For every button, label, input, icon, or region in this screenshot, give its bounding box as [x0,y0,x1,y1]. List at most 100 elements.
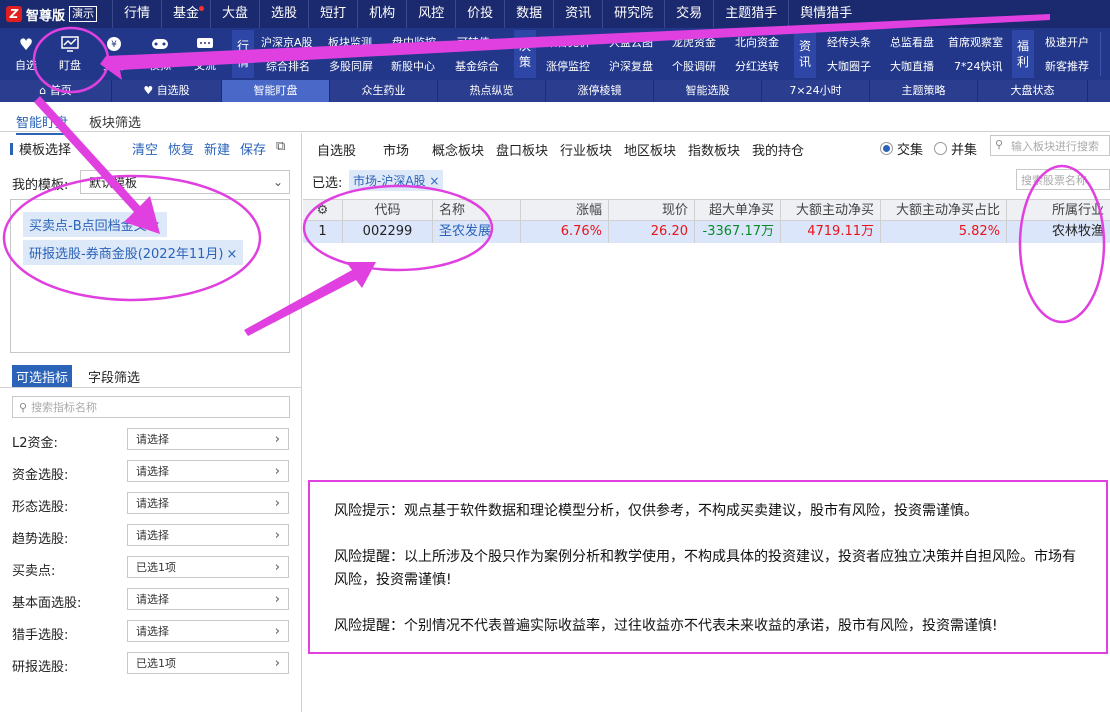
filter-select-qushi[interactable]: 请选择 › [127,524,289,546]
toolbar-link-bankuaijiance[interactable]: 板块监测 [328,34,372,50]
column-header[interactable]: 大额主动净买占比 [881,200,1007,222]
toolbar-link-zonghepaiming[interactable]: 综合排名 [266,58,310,74]
menu-jijin[interactable]: 基金 [161,0,210,28]
subtab-bankuaishaixuan[interactable]: 板块筛选 [89,112,141,131]
settings-icon[interactable]: ⚙ [303,200,343,222]
menu-fengkong[interactable]: 风控 [406,0,455,28]
category-tab-gainian[interactable]: 概念板块 [432,140,484,159]
radio-union[interactable]: 并集 [934,139,977,158]
filter-select-zijin[interactable]: 请选择 › [127,460,289,482]
menu-jigou[interactable]: 机构 [357,0,406,28]
column-header[interactable]: 涨幅 [521,200,609,222]
restore-button[interactable]: 恢复 [168,139,194,158]
toolbar-overflow-handle[interactable] [1100,32,1110,76]
category-tab-diqu[interactable]: 地区板块 [624,140,676,159]
column-header[interactable]: 现价 [609,200,695,222]
toolbar-link-jisukaihu[interactable]: 极速开户 [1045,34,1089,50]
block-search-input[interactable]: ⚲ 输入板块进行搜索 [990,135,1110,156]
template-chip[interactable]: 研报选股-券商金股(2022年11月) × [23,240,244,265]
toolbar-zixuan-button[interactable]: ♥ 自选 [6,28,46,80]
column-header[interactable]: 名称 [433,200,521,222]
nav-tab-zhinengdingpan[interactable]: 智能盯盘 [222,80,330,102]
filter-select-xingtai[interactable]: 请选择 › [127,492,289,514]
menu-jiaoyi[interactable]: 交易 [664,0,713,28]
toolbar-link-shouxiguanchashi[interactable]: 首席观察室 [948,34,1003,50]
tab-kexuanzhibiao[interactable]: 可选指标 [12,365,73,388]
nav-tab-redianzonglan[interactable]: 热点纵览 [438,80,546,102]
column-header[interactable]: 大额主动净买 [781,200,881,222]
nav-tab-zhongshengyaoye[interactable]: 众生药业 [330,80,438,102]
toolbar-moni-button[interactable]: 模拟 [140,28,180,80]
nav-tab-zhinengxuangu[interactable]: 智能选股 [654,80,762,102]
filter-select-jibenmian[interactable]: 请选择 › [127,588,289,610]
toolbar-link-dakazhibo[interactable]: 大咖直播 [890,58,934,74]
stock-search-input[interactable]: 搜索股票名称 [1016,169,1110,190]
clear-button[interactable]: 清空 [132,139,158,158]
nav-tab-dapanzhuangtai[interactable]: 大盘状态 [978,80,1088,102]
filter-select-yanbao[interactable]: 已选1项 › [127,652,289,674]
category-tab-zhishu[interactable]: 指数板块 [688,140,740,159]
toolbar-link-zhangtingjiankong[interactable]: 涨停监控 [546,58,590,74]
toolbar-link-kezhuanzhai[interactable]: 可转债 [457,34,490,50]
radio-intersection[interactable]: 交集 [880,139,923,158]
close-icon[interactable]: × [226,247,237,262]
column-header[interactable]: 代码 [343,200,433,222]
menu-zixun[interactable]: 资讯 [553,0,602,28]
category-tab-hangye[interactable]: 行业板块 [560,140,612,159]
nav-tab-home[interactable]: ⌂ 首页 [0,80,112,102]
toolbar-link-jihejingjia[interactable]: 集合竞价 [546,34,590,50]
filter-select-l2[interactable]: 请选择 › [127,428,289,450]
column-header[interactable]: 超大单净买 [695,200,781,222]
category-tab-shichang[interactable]: 市场 [383,140,409,159]
template-chip[interactable]: 买卖点-B点回档金叉 × [23,212,167,237]
filter-select-lieshou[interactable]: 请选择 › [127,620,289,642]
toolbar-link-xinketuijian[interactable]: 新客推荐 [1045,58,1089,74]
menu-dapan[interactable]: 大盘 [210,0,259,28]
new-button[interactable]: 新建 [204,139,230,158]
filter-select-maimaidian[interactable]: 已选1项 › [127,556,289,578]
toolbar-link-geguidaoyan[interactable]: 个股调研 [672,58,716,74]
nav-tab-zhutilcelue[interactable]: 主题策略 [870,80,978,102]
stock-name[interactable]: 圣农发展 [433,221,521,243]
toolbar-link-724kuaixun[interactable]: 7*24快讯 [954,58,1003,74]
toolbar-link-panzhongjiankong[interactable]: 盘中监控 [392,34,436,50]
toolbar-jiaoyi-button[interactable]: ¥ 交易 [94,28,134,80]
indicator-search-input[interactable]: ⚲ 搜索指标名称 [12,396,290,418]
menu-zhutilieshou[interactable]: 主题猎手 [713,0,788,28]
menu-xuangu[interactable]: 选股 [259,0,308,28]
toolbar-link-beixiangzijin[interactable]: 北向资金 [735,34,779,50]
toolbar-link-jijinzonghe[interactable]: 基金综合 [455,58,499,74]
toolbar-link-zongjiankanpan[interactable]: 总监看盘 [890,34,934,50]
toolbar-jiaoliu-button[interactable]: 交流 [185,28,225,80]
menu-yuqinglieshou[interactable]: 舆情猎手 [788,0,863,28]
toolbar-link-fenhongsongzhuan[interactable]: 分红送转 [735,58,779,74]
close-icon[interactable]: × [150,219,161,234]
close-icon[interactable]: × [429,174,439,188]
toolbar-link-jingchuantoutiao[interactable]: 经传头条 [827,34,871,50]
column-header[interactable]: 所属行业 [1007,200,1110,222]
nav-tab-zhangtinglengjing[interactable]: 涨停棱镜 [546,80,654,102]
menu-jiatou[interactable]: 价投 [455,0,504,28]
category-tab-pankou[interactable]: 盘口板块 [496,140,548,159]
toolbar-dingpan-button[interactable]: 盯盘 [50,28,90,80]
toolbar-link-xinguzhongxin[interactable]: 新股中心 [391,58,435,74]
toolbar-link-dapanyuntu[interactable]: 大盘云图 [609,34,653,50]
copy-icon[interactable]: ⧉ [276,139,285,154]
selected-market-chip[interactable]: 市场-沪深A股 × [349,170,444,191]
menu-shuju[interactable]: 数据 [504,0,553,28]
toolbar-link-dakaquanzi[interactable]: 大咖圈子 [827,58,871,74]
toolbar-link-longhuzijin[interactable]: 龙虎资金 [672,34,716,50]
menu-yanjiuyuan[interactable]: 研究院 [602,0,664,28]
save-button[interactable]: 保存 [240,139,266,158]
nav-tab-zixuangu[interactable]: ♥ 自选股 [112,80,222,102]
toolbar-link-duogutongping[interactable]: 多股同屏 [329,58,373,74]
my-template-select[interactable]: 默认模板 ⌄ [80,170,290,194]
toolbar-link-hushenjing[interactable]: 沪深京A股 [261,34,313,50]
subtab-zhinengdingpan[interactable]: 智能盯盘 [16,112,69,135]
nav-tab-724xiaoshi[interactable]: 7×24小时 [762,80,870,102]
toolbar-link-hushenfupan[interactable]: 沪深复盘 [609,58,653,74]
menu-hangqing[interactable]: 行情 [112,0,161,28]
category-tab-chicang[interactable]: 我的持仓 [752,140,804,159]
table-row[interactable]: 1 002299 圣农发展 6.76% 26.20 -3367.17万 4719… [303,221,1110,243]
menu-duanda[interactable]: 短打 [308,0,357,28]
